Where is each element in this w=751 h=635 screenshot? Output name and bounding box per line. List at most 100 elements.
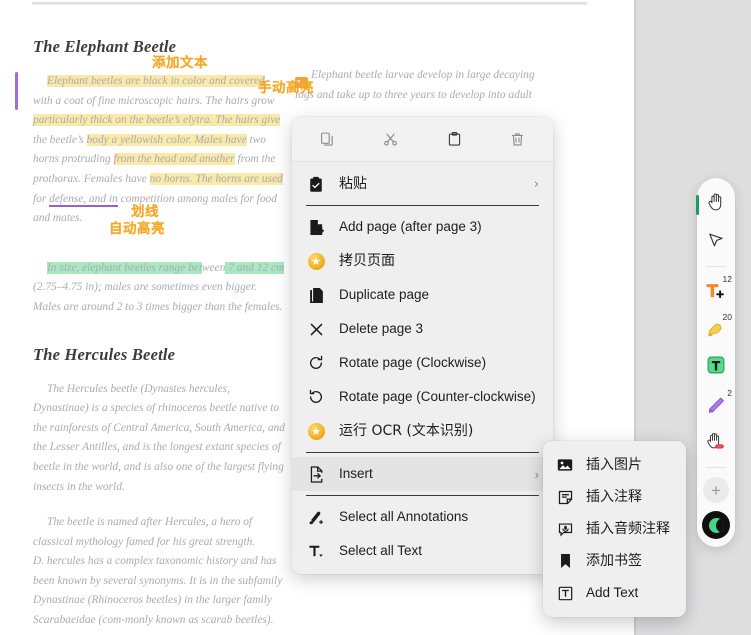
assistant-icon — [708, 517, 724, 533]
rotate-cw-icon — [306, 353, 326, 373]
annotation-select-icon — [306, 507, 326, 527]
menu-separator — [306, 205, 539, 206]
heading-hercules-beetle: The Hercules Beetle — [33, 344, 176, 364]
submenu-item-label: 添加书签 — [586, 553, 642, 569]
plain-span: (2.75–4.75 in); males are sometimes even… — [33, 281, 283, 313]
tool-badge-count: 12 — [722, 274, 732, 284]
menu-item-label: Select all Annotations — [339, 509, 469, 525]
tool-badge-count: 20 — [722, 312, 732, 322]
menu-item-run-ocr[interactable]: ★ 运行 OCR (文本识别) — [292, 414, 553, 448]
highlight-span: Elephant beetles are black in color and … — [47, 75, 265, 87]
submenu-item-add-text[interactable]: Add Text — [543, 577, 686, 609]
tool-badge-count: 2 — [727, 388, 732, 398]
image-icon — [555, 455, 575, 475]
menu-item-label: Delete page 3 — [339, 321, 424, 337]
annotation-label-add-text: 添加文本 — [152, 55, 208, 71]
star-badge-icon: ★ — [306, 421, 326, 441]
paragraph-elephant-1: Elephant beetles are black in color and … — [33, 72, 285, 229]
submenu-item-insert-image[interactable]: 插入图片 — [543, 449, 686, 481]
cursor-arrow-icon — [706, 230, 726, 255]
paragraph-marker-bar — [15, 72, 18, 110]
eraser-icon — [705, 430, 727, 456]
submenu-item-label: 插入音频注释 — [586, 521, 670, 537]
menu-item-rotate-clockwise[interactable]: Rotate page (Clockwise) — [292, 346, 553, 380]
paragraph-hercules-2: The beetle is named after Hercules, a he… — [33, 516, 256, 548]
tool-eraser[interactable] — [699, 425, 733, 461]
menu-separator — [306, 452, 539, 453]
paragraph-right-1: Elephant beetle larvae develop in large … — [295, 69, 535, 101]
rail-divider — [706, 467, 726, 468]
copy-icon[interactable] — [296, 122, 359, 156]
menu-item-label: Rotate page (Clockwise) — [339, 355, 487, 371]
add-page-icon — [306, 217, 326, 237]
menu-item-duplicate-page[interactable]: Duplicate page — [292, 278, 553, 312]
tool-text-box[interactable] — [699, 349, 733, 385]
menu-separator — [306, 495, 539, 496]
highlight-span: body a yellowish color. Males have — [86, 133, 247, 146]
annotation-label-manual-highlight: 手动高亮 — [258, 80, 314, 96]
active-tool-indicator — [696, 195, 699, 215]
paragraph-elephant-2: In size, elephant beetles range between … — [33, 259, 285, 318]
text-box-icon — [555, 583, 575, 603]
menu-item-label: Select all Text — [339, 543, 423, 559]
tool-pen[interactable]: 2 — [699, 387, 733, 423]
plain-span: for — [33, 192, 50, 205]
chevron-right-icon: › — [533, 176, 539, 192]
duplicate-page-icon — [306, 285, 326, 305]
text-box-green-icon — [706, 355, 726, 380]
menu-item-label: 粘贴 — [339, 176, 367, 192]
menu-item-add-page[interactable]: Add page (after page 3) — [292, 210, 553, 244]
annotation-tool-rail[interactable]: 12 20 2 + — [696, 178, 735, 547]
scissors-icon[interactable] — [359, 122, 422, 156]
highlight-green-span: 7 and 12 cm — [225, 261, 285, 274]
audio-note-icon — [555, 519, 575, 539]
submenu-item-label: Add Text — [586, 585, 639, 601]
assistant-fab-button[interactable] — [702, 511, 730, 539]
clipboard-check-icon — [306, 174, 326, 194]
highlight-span: from the head and another — [113, 153, 235, 166]
menu-item-insert[interactable]: Insert › — [292, 457, 553, 491]
menu-item-paste[interactable]: 粘贴 › — [292, 167, 553, 201]
submenu-item-add-bookmark[interactable]: 添加书签 — [543, 545, 686, 577]
add-tool-button[interactable]: + — [703, 477, 729, 503]
menu-item-copy-page[interactable]: ★ 拷贝页面 — [292, 244, 553, 278]
highlighter-icon — [705, 319, 727, 344]
chevron-right-icon: › — [534, 466, 539, 482]
tool-pan[interactable] — [696, 186, 733, 222]
bookmark-icon — [555, 551, 575, 571]
trash-icon[interactable] — [486, 122, 549, 156]
rotate-ccw-icon — [306, 387, 326, 407]
menu-item-label: 运行 OCR (文本识别) — [339, 423, 474, 439]
menu-item-rotate-counter-clockwise[interactable]: Rotate page (Counter-clockwise) — [292, 380, 553, 414]
document-left-column: The Elephant Beetle Elephant beetles are… — [33, 36, 285, 635]
highlight-green-span: In size, elephant beetles range bet — [47, 261, 202, 274]
context-menu[interactable]: 粘贴 › Add page (after page 3) ★ 拷贝页面 Dupl… — [292, 117, 553, 574]
submenu-item-insert-note[interactable]: 插入注释 — [543, 481, 686, 513]
clipboard-icon[interactable] — [423, 122, 486, 156]
menu-item-delete-page[interactable]: Delete page 3 — [292, 312, 553, 346]
menu-item-label: Rotate page (Counter-clockwise) — [339, 389, 536, 405]
menu-item-label: 拷贝页面 — [339, 253, 395, 269]
annotation-label-auto-highlight: 自动高亮 — [109, 221, 165, 237]
menu-item-label: Insert — [339, 466, 373, 482]
highlight-span: particularly thick on the beetle’s elytr… — [33, 114, 281, 127]
paragraph-hercules-3: D. hercules has a complex taxonomic hist… — [33, 555, 283, 635]
text-select-icon — [306, 541, 326, 561]
tool-text-markup[interactable]: 12 — [699, 273, 733, 309]
tool-highlighter[interactable]: 20 — [699, 311, 733, 347]
insert-icon — [306, 464, 326, 484]
highlight-span: no horns. The horns are used — [149, 172, 283, 185]
insert-submenu[interactable]: 插入图片 插入注释 插入音频注释 添加书签 Add Text — [543, 441, 686, 617]
menu-item-label: Duplicate page — [339, 287, 430, 303]
menu-item-select-all-text[interactable]: Select all Text — [292, 534, 553, 568]
submenu-item-label: 插入注释 — [586, 489, 642, 505]
plain-span: the beetle’s — [33, 133, 87, 146]
menu-item-select-all-annotations[interactable]: Select all Annotations — [292, 500, 553, 534]
tool-select[interactable] — [699, 224, 733, 260]
pen-icon — [705, 395, 727, 420]
submenu-item-insert-audio-note[interactable]: 插入音频注释 — [543, 513, 686, 545]
plain-span: ween — [202, 261, 226, 274]
submenu-item-label: 插入图片 — [586, 457, 642, 473]
note-icon — [555, 487, 575, 507]
hand-icon — [706, 191, 727, 217]
